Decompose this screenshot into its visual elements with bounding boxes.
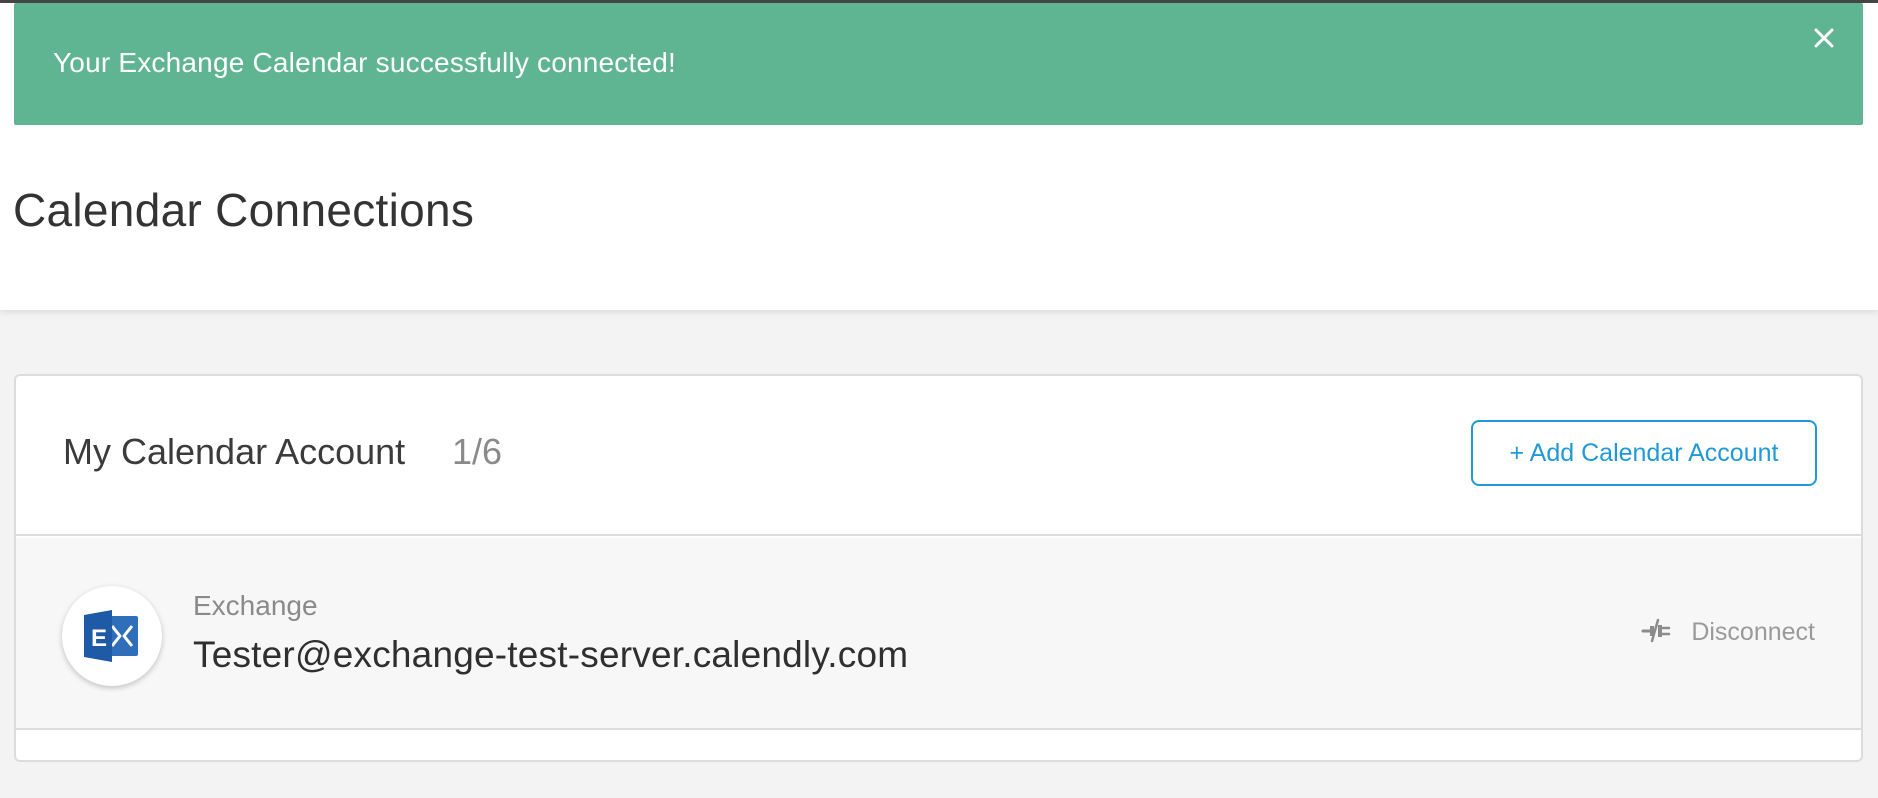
calendar-account-card: My Calendar Account 1/6 + Add Calendar A… bbox=[14, 374, 1863, 762]
exchange-icon: E bbox=[62, 586, 162, 686]
section-title: My Calendar Account bbox=[63, 431, 406, 472]
provider-label: Exchange bbox=[193, 590, 318, 621]
account-row: E Exchange Tester@exchange-test-server.c… bbox=[16, 538, 1861, 730]
close-icon[interactable] bbox=[1807, 21, 1841, 55]
success-notification: Your Exchange Calendar successfully conn… bbox=[14, 3, 1863, 125]
disconnect-button[interactable]: Disconnect bbox=[1641, 614, 1815, 650]
add-calendar-account-button[interactable]: + Add Calendar Account bbox=[1471, 420, 1817, 486]
account-email: Tester@exchange-test-server.calendly.com bbox=[193, 634, 909, 675]
card-header: My Calendar Account 1/6 + Add Calendar A… bbox=[16, 376, 1861, 536]
page-title: Calendar Connections bbox=[13, 184, 475, 236]
svg-text:E: E bbox=[91, 625, 107, 652]
account-count: 1/6 bbox=[452, 431, 503, 472]
notification-message: Your Exchange Calendar successfully conn… bbox=[53, 47, 676, 78]
disconnect-label: Disconnect bbox=[1691, 617, 1815, 646]
unplug-icon bbox=[1641, 616, 1671, 649]
